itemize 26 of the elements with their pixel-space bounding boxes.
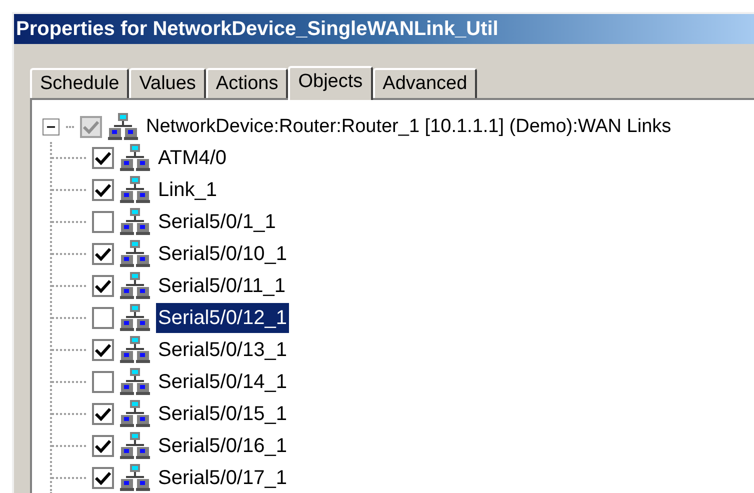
tab[interactable]: Values: [129, 68, 206, 98]
check-icon: [83, 120, 99, 134]
network-icon: [120, 303, 150, 333]
check-icon: [95, 279, 111, 293]
network-icon: [108, 112, 138, 142]
window-title: Properties for NetworkDevice_SingleWANLink_Util: [16, 17, 498, 42]
check-icon: [95, 343, 111, 357]
tab[interactable]: Advanced: [372, 68, 478, 98]
network-icon: [120, 239, 150, 269]
network-icon: [120, 175, 150, 205]
tab[interactable]: Actions: [206, 68, 288, 98]
network-icon: [120, 367, 150, 397]
check-icon: [95, 151, 111, 165]
check-icon: [95, 183, 111, 197]
network-icon: [120, 271, 150, 301]
network-icon: [120, 207, 150, 237]
network-icon: [120, 335, 150, 365]
check-icon: [95, 247, 111, 261]
check-icon: [95, 407, 111, 421]
check-icon: [95, 471, 111, 485]
network-icon: [120, 143, 150, 173]
check-icon: [95, 439, 111, 453]
tab[interactable]: Objects: [288, 66, 373, 100]
network-icon: [120, 431, 150, 461]
tab[interactable]: Schedule: [30, 68, 130, 98]
network-icon: [120, 399, 150, 429]
